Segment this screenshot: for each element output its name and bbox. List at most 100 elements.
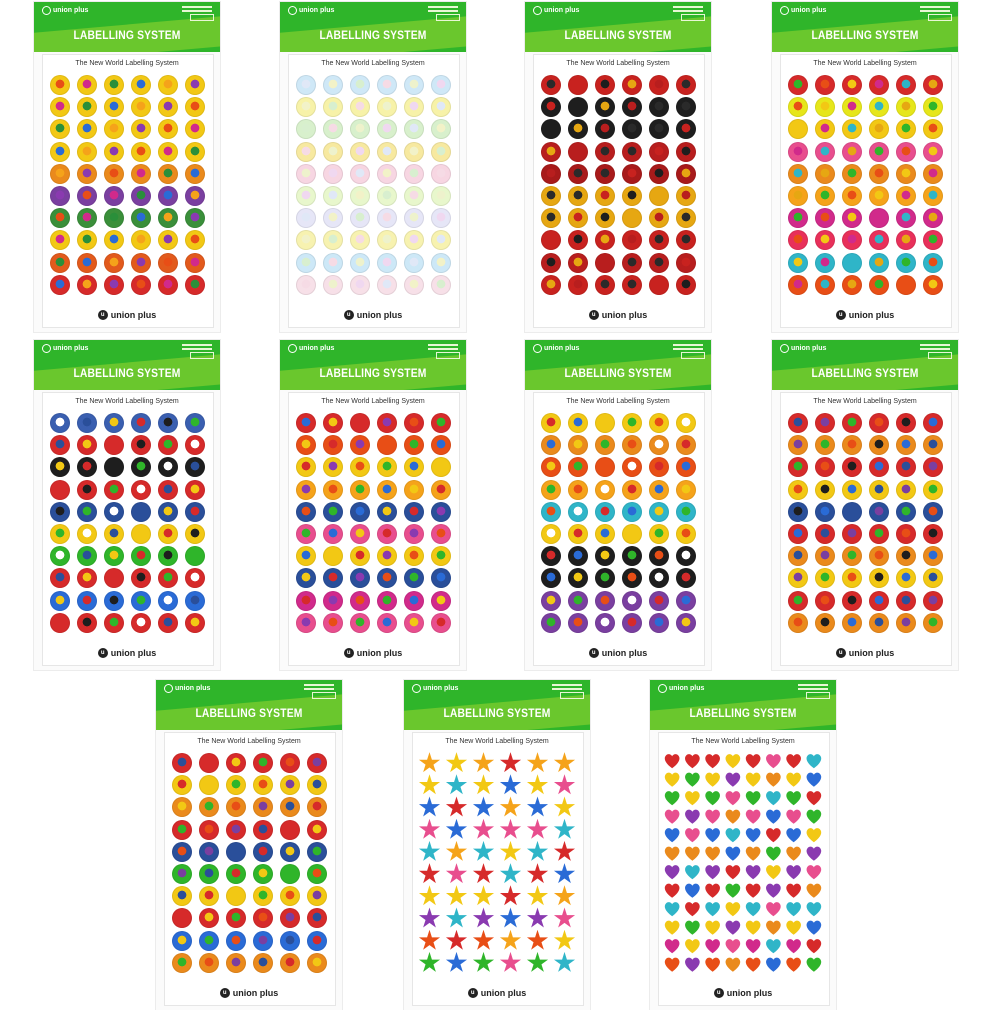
circle-sticker bbox=[594, 568, 615, 589]
circle-sticker bbox=[621, 457, 642, 478]
circle-sticker bbox=[349, 413, 370, 434]
brand-mark: union plus bbox=[780, 6, 826, 15]
star-sticker bbox=[445, 796, 468, 817]
sticker-grid bbox=[537, 74, 699, 296]
circle-sticker bbox=[76, 119, 97, 140]
footer-brand-text: union plus bbox=[110, 310, 157, 320]
footer-brand-text: union plus bbox=[232, 988, 279, 998]
circle-sticker bbox=[225, 819, 246, 840]
circle-sticker bbox=[349, 524, 370, 545]
heart-sticker bbox=[684, 957, 700, 973]
pack-title: LABELLING SYSTEM bbox=[73, 28, 181, 42]
barcode-info bbox=[920, 6, 952, 21]
circle-sticker bbox=[103, 208, 124, 229]
footer-brand-text: union plus bbox=[601, 648, 648, 658]
circle-sticker bbox=[76, 501, 97, 522]
circle-sticker bbox=[171, 952, 192, 973]
brand-logo-icon bbox=[164, 684, 173, 693]
circle-sticker bbox=[648, 119, 669, 140]
circle-sticker bbox=[675, 568, 696, 589]
heart-sticker bbox=[806, 957, 822, 973]
pack-header: union plus LABELLING SYSTEM bbox=[280, 2, 466, 52]
circle-sticker bbox=[841, 457, 862, 478]
circle-sticker bbox=[225, 797, 246, 818]
circle-sticker bbox=[895, 524, 916, 545]
circle-sticker bbox=[349, 97, 370, 118]
sticker-grid bbox=[416, 752, 578, 974]
circle-sticker bbox=[430, 186, 451, 207]
circle-sticker bbox=[841, 479, 862, 500]
circle-sticker bbox=[279, 753, 300, 774]
circle-sticker bbox=[648, 413, 669, 434]
circle-sticker bbox=[103, 252, 124, 273]
circle-sticker bbox=[540, 501, 561, 522]
circle-sticker bbox=[403, 252, 424, 273]
circle-sticker bbox=[198, 753, 219, 774]
barcode-info bbox=[920, 344, 952, 359]
circle-sticker bbox=[648, 612, 669, 633]
circle-sticker bbox=[895, 119, 916, 140]
circle-sticker bbox=[306, 753, 327, 774]
heart-sticker bbox=[725, 957, 741, 973]
circle-sticker bbox=[279, 886, 300, 907]
circle-sticker bbox=[76, 568, 97, 589]
circle-sticker bbox=[895, 457, 916, 478]
circle-sticker bbox=[922, 413, 943, 434]
circle-sticker bbox=[540, 186, 561, 207]
circle-sticker bbox=[841, 274, 862, 295]
heart-sticker bbox=[705, 846, 721, 862]
circle-sticker bbox=[594, 413, 615, 434]
circle-sticker bbox=[349, 274, 370, 295]
heart-sticker bbox=[705, 790, 721, 806]
footer-brand-text: union plus bbox=[601, 310, 648, 320]
circle-sticker bbox=[322, 479, 343, 500]
heart-sticker bbox=[765, 957, 781, 973]
brand-logo-icon bbox=[42, 6, 51, 15]
circle-sticker bbox=[430, 546, 451, 567]
circle-sticker bbox=[675, 479, 696, 500]
circle-sticker bbox=[306, 775, 327, 796]
sheet-subtitle: The New World Labelling System bbox=[75, 398, 179, 405]
pack-header: union plus LABELLING SYSTEM bbox=[34, 2, 220, 52]
star-sticker bbox=[418, 907, 441, 928]
circle-sticker bbox=[376, 141, 397, 162]
circle-sticker bbox=[621, 568, 642, 589]
circle-sticker bbox=[49, 457, 70, 478]
circle-sticker bbox=[922, 97, 943, 118]
heart-sticker bbox=[684, 938, 700, 954]
circle-sticker bbox=[868, 75, 889, 96]
star-sticker bbox=[499, 951, 522, 972]
circle-sticker bbox=[198, 886, 219, 907]
circle-sticker bbox=[376, 457, 397, 478]
circle-sticker bbox=[787, 435, 808, 456]
pack-title: LABELLING SYSTEM bbox=[689, 706, 797, 720]
circle-sticker bbox=[157, 457, 178, 478]
circle-sticker bbox=[184, 568, 205, 589]
heart-sticker bbox=[765, 772, 781, 788]
brand-logo-icon bbox=[288, 6, 297, 15]
circle-sticker bbox=[306, 797, 327, 818]
circle-sticker bbox=[675, 457, 696, 478]
sticker-grid bbox=[168, 752, 330, 974]
circle-sticker bbox=[540, 457, 561, 478]
star-sticker bbox=[499, 752, 522, 773]
circle-sticker bbox=[430, 479, 451, 500]
pack-footer-brand: u union plus bbox=[525, 648, 711, 658]
circle-sticker bbox=[567, 590, 588, 611]
heart-sticker bbox=[725, 883, 741, 899]
circle-sticker bbox=[403, 119, 424, 140]
circle-sticker bbox=[594, 252, 615, 273]
heart-sticker bbox=[684, 753, 700, 769]
circle-sticker bbox=[567, 119, 588, 140]
circle-sticker bbox=[225, 952, 246, 973]
circle-sticker bbox=[103, 435, 124, 456]
circle-sticker bbox=[567, 208, 588, 229]
circle-sticker bbox=[621, 163, 642, 184]
heart-sticker bbox=[806, 790, 822, 806]
circle-sticker bbox=[648, 524, 669, 545]
circle-sticker bbox=[376, 186, 397, 207]
circle-sticker bbox=[76, 590, 97, 611]
circle-sticker bbox=[594, 141, 615, 162]
circle-sticker bbox=[648, 546, 669, 567]
sticker-pack-animals: union plus LABELLING SYSTEM The New Worl… bbox=[156, 680, 342, 1010]
